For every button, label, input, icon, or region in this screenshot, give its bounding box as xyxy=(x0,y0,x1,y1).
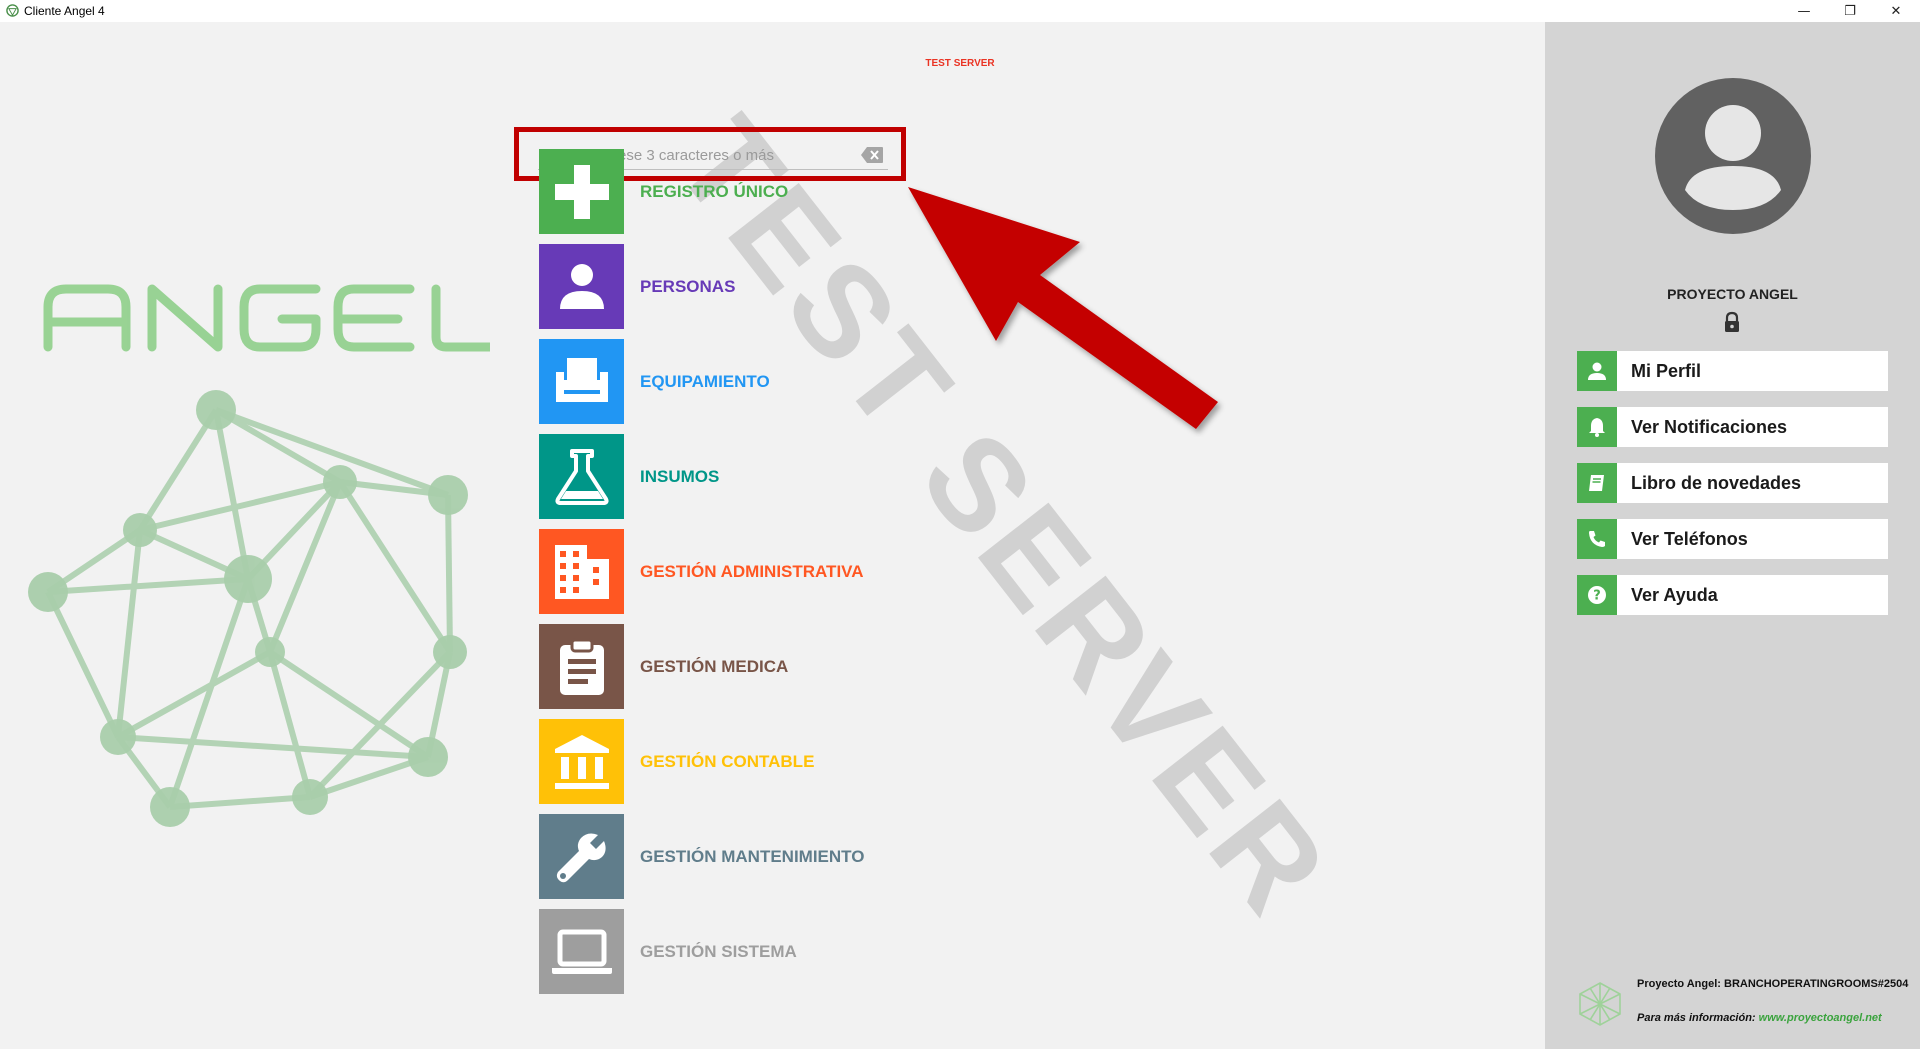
side-menu-label: Ver Teléfonos xyxy=(1631,528,1748,549)
angel-logo xyxy=(28,284,490,827)
module-label: INSUMOS xyxy=(640,466,720,486)
module-label: EQUIPAMIENTO xyxy=(640,371,770,391)
main-area: TEST SERVER TEST SERVER Buscar. Ingrese … xyxy=(0,22,1545,1049)
wrench-icon xyxy=(539,814,624,899)
app-icon xyxy=(6,4,19,17)
side-menu-label: Ver Ayuda xyxy=(1631,584,1718,605)
server-label: TEST SERVER xyxy=(925,58,995,69)
maximize-button[interactable]: ❐ xyxy=(1827,0,1873,22)
module-label: GESTIÓN MEDICA xyxy=(640,656,789,676)
bed-icon xyxy=(539,339,624,424)
side-menu-label: Mi Perfil xyxy=(1631,360,1702,381)
footer-logo-icon xyxy=(1579,982,1621,1026)
module-equipamiento[interactable]: EQUIPAMIENTO xyxy=(539,339,1039,424)
user-name: PROYECTO ANGEL xyxy=(1667,286,1798,302)
close-button[interactable]: ✕ xyxy=(1873,0,1919,22)
module-label: GESTIÓN CONTABLE xyxy=(640,751,815,771)
flask-icon xyxy=(539,434,624,519)
footer-info-prefix: Para más información: xyxy=(1637,1012,1756,1024)
footer-version: Proyecto Angel: BRANCHOPERATINGROOMS#250… xyxy=(1637,978,1909,990)
module-insumos[interactable]: INSUMOS xyxy=(539,434,1039,519)
clipboard-icon xyxy=(539,624,624,709)
module-label: GESTIÓN MANTENIMIENTO xyxy=(640,846,865,866)
phones-button[interactable]: Ver Teléfonos xyxy=(1577,519,1888,559)
help-button[interactable]: ? Ver Ayuda xyxy=(1577,575,1888,615)
lock-icon[interactable] xyxy=(1723,311,1741,333)
module-gestion-sistema[interactable]: GESTIÓN SISTEMA xyxy=(539,909,1039,994)
building-icon xyxy=(539,529,624,614)
news-book-button[interactable]: Libro de novedades xyxy=(1577,463,1888,503)
module-gestion-mantenimiento[interactable]: GESTIÓN MANTENIMIENTO xyxy=(539,814,1039,899)
phone-icon xyxy=(1577,519,1617,559)
side-menu-label: Libro de novedades xyxy=(1631,472,1802,493)
plus-icon xyxy=(539,149,624,234)
window-titlebar: Cliente Angel 4 — ❐ ✕ xyxy=(0,0,1920,22)
footer-info: Para más información: www.proyectoangel.… xyxy=(1637,1012,1882,1024)
notifications-button[interactable]: Ver Notificaciones xyxy=(1577,407,1888,447)
side-panel: PROYECTO ANGEL Mi Perfil Ver Notificacio… xyxy=(1545,22,1920,1049)
module-gestion-medica[interactable]: GESTIÓN MEDICA xyxy=(539,624,1039,709)
minimize-button[interactable]: — xyxy=(1781,0,1827,22)
bell-icon xyxy=(1577,407,1617,447)
module-registro-unico[interactable]: REGISTRO ÚNICO xyxy=(539,149,1039,234)
module-gestion-contable[interactable]: GESTIÓN CONTABLE xyxy=(539,719,1039,804)
bank-icon xyxy=(539,719,624,804)
window-title: Cliente Angel 4 xyxy=(24,4,105,18)
module-label: PERSONAS xyxy=(640,276,736,296)
website-link[interactable]: www.proyectoangel.net xyxy=(1759,1012,1882,1024)
side-menu-label: Ver Notificaciones xyxy=(1631,416,1788,437)
person-icon xyxy=(539,244,624,329)
laptop-icon xyxy=(539,909,624,994)
svg-text:?: ? xyxy=(1593,589,1601,604)
help-icon: ? xyxy=(1577,575,1617,615)
account-circle-icon[interactable] xyxy=(1655,78,1811,234)
module-label: REGISTRO ÚNICO xyxy=(640,181,789,201)
user-icon xyxy=(1577,351,1617,391)
book-icon xyxy=(1577,463,1617,503)
module-personas[interactable]: PERSONAS xyxy=(539,244,1039,329)
module-label: GESTIÓN SISTEMA xyxy=(640,941,797,961)
module-gestion-administrativa[interactable]: GESTIÓN ADMINISTRATIVA xyxy=(539,529,1039,614)
module-label: GESTIÓN ADMINISTRATIVA xyxy=(640,561,864,581)
my-profile-button[interactable]: Mi Perfil xyxy=(1577,351,1888,391)
